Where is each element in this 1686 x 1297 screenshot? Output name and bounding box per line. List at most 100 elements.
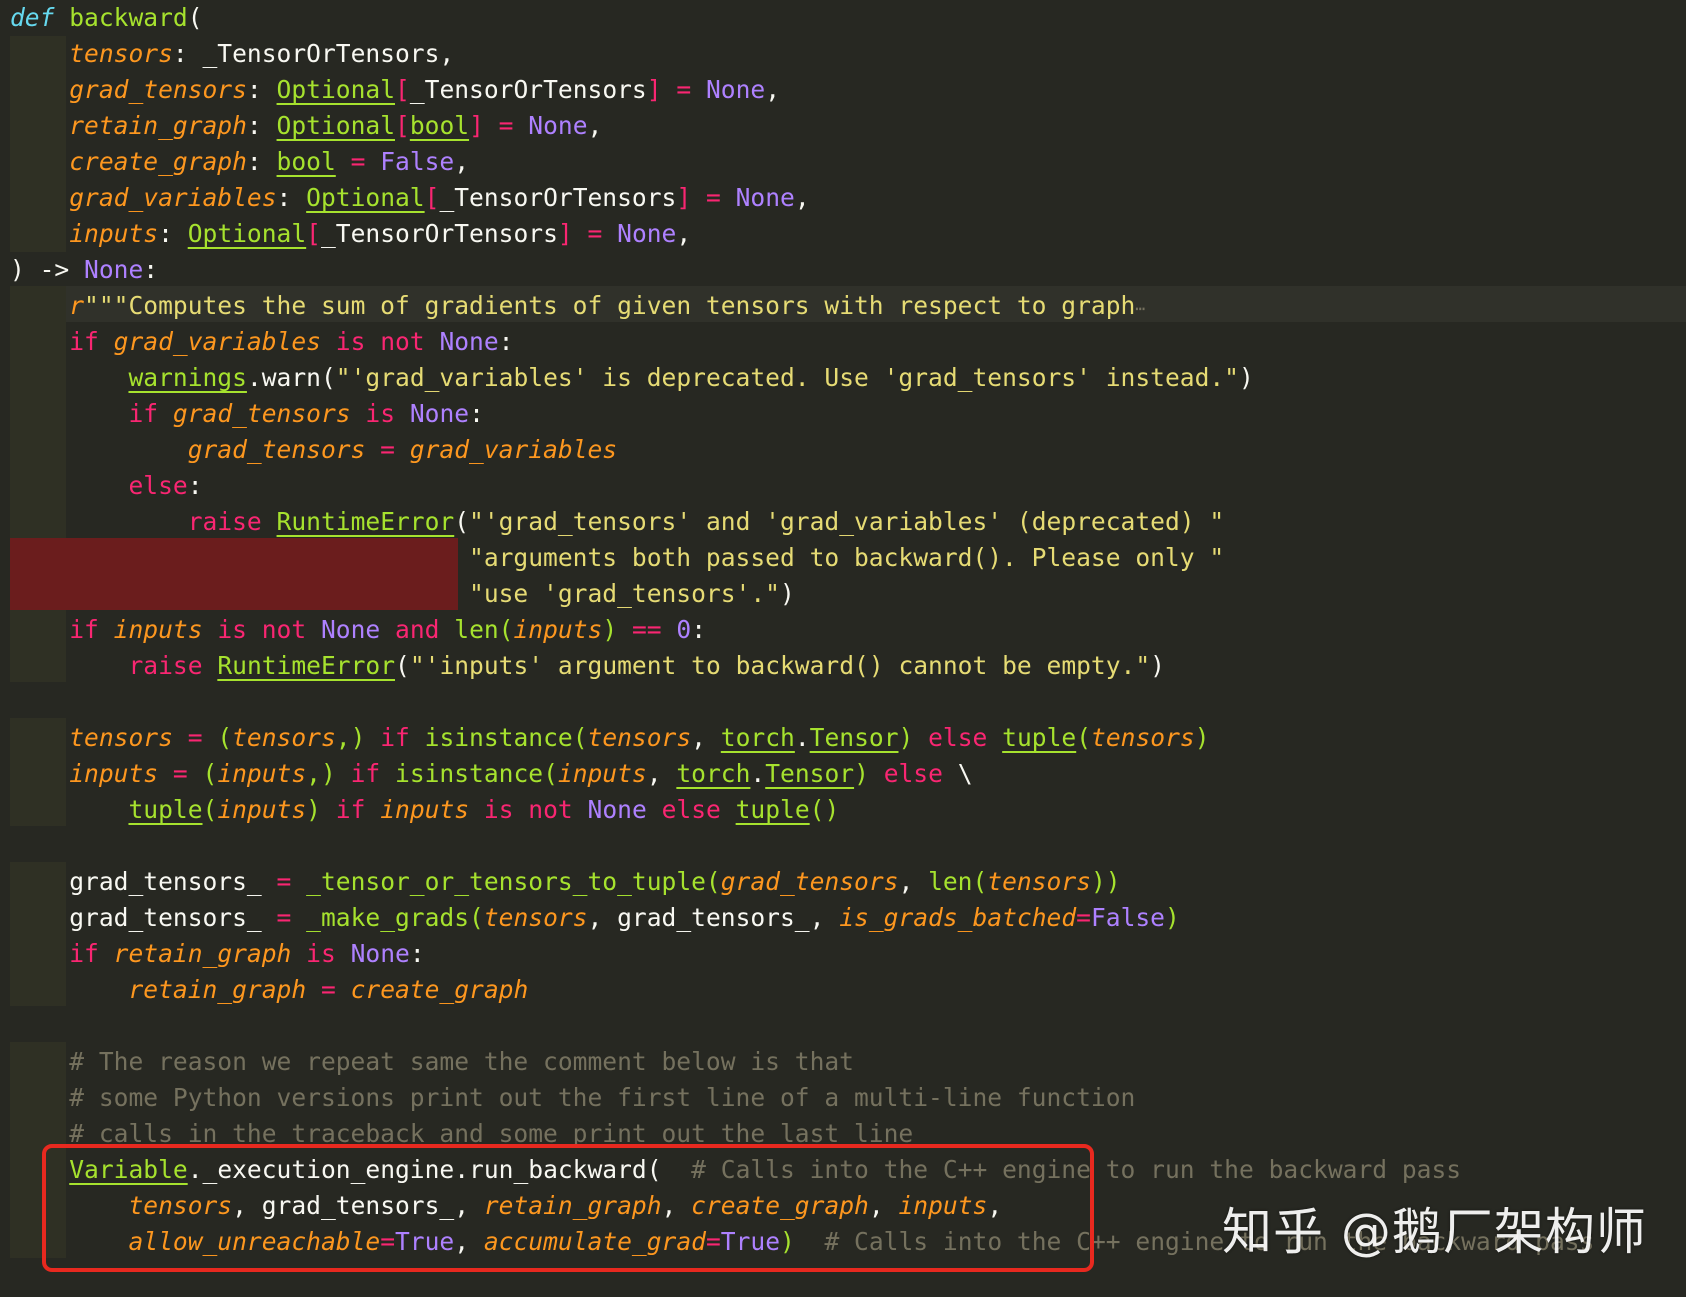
code-token: create_graph	[691, 1191, 869, 1220]
code-token: ]	[646, 75, 662, 104]
code-line[interactable]: "use 'grad_tensors'.")	[10, 576, 795, 612]
code-token: (	[454, 507, 470, 536]
code-line[interactable]: # some Python versions print out the fir…	[10, 1080, 1135, 1116]
code-line[interactable]: retain_graph = create_graph	[10, 972, 528, 1008]
code-token: False	[380, 147, 455, 176]
code-token: ,	[587, 111, 603, 140]
code-token: def	[10, 3, 55, 32]
code-token: is	[350, 399, 410, 428]
code-line[interactable]: # The reason we repeat same the comment …	[10, 1044, 854, 1080]
code-token: ]	[676, 183, 692, 212]
code-token: inputs	[217, 759, 307, 788]
code-token: "'grad_variables' is deprecated. Use 'gr…	[335, 363, 1239, 392]
code-token: Tensor	[765, 759, 855, 788]
code-token: grad_tensors_	[69, 903, 262, 932]
code-line[interactable]: grad_tensors: Optional[_TensorOrTensors]…	[10, 72, 780, 108]
code-line[interactable]: create_graph: bool = False,	[10, 144, 469, 180]
code-line[interactable]: retain_graph: Optional[bool] = None,	[10, 108, 602, 144]
code-token: len(	[454, 615, 514, 644]
code-token: tensors	[232, 723, 336, 752]
code-token: "use 'grad_tensors'."	[469, 579, 780, 608]
code-line[interactable]: ) -> None:	[10, 252, 158, 288]
code-token: ,	[898, 867, 929, 896]
code-token: [	[395, 111, 410, 140]
code-token: ,	[765, 75, 781, 104]
code-token: : _TensorOrTensors,	[172, 39, 455, 68]
code-token: None	[705, 75, 766, 104]
code-line[interactable]: tensors = (tensors,) if isinstance(tenso…	[10, 720, 1209, 756]
code-token: grad_variables	[69, 183, 277, 212]
code-token: tensors	[483, 903, 588, 932]
code-line[interactable]: if retain_graph is None:	[10, 936, 424, 972]
code-token: inputs	[513, 615, 603, 644]
code-line[interactable]: "arguments both passed to backward(). Pl…	[10, 540, 1224, 576]
code-token: RuntimeError	[276, 507, 455, 536]
code-token: tuple	[735, 795, 810, 824]
code-line[interactable]: inputs: Optional[_TensorOrTensors] = Non…	[10, 216, 691, 252]
code-token: _TensorOrTensors	[320, 219, 558, 248]
code-editor[interactable]: def backward( tensors: _TensorOrTensors,…	[0, 0, 1686, 1297]
code-token: ,	[868, 1191, 899, 1220]
code-token: =	[1076, 903, 1091, 932]
code-line[interactable]: Variable._execution_engine.run_backward(…	[10, 1152, 1461, 1188]
code-token: :	[246, 75, 277, 104]
code-line[interactable]: def backward(	[10, 0, 203, 36]
code-token: grad_tensors	[172, 399, 351, 428]
code-token: create_graph	[69, 147, 247, 176]
code-token: None	[350, 939, 410, 968]
code-token: Optional	[187, 219, 307, 248]
code-token: else	[646, 795, 736, 824]
code-token: and	[380, 615, 455, 644]
code-token: tuple	[128, 795, 203, 824]
code-token: Variable	[69, 1155, 188, 1184]
code-line[interactable]: raise RuntimeError("'grad_tensors' and '…	[10, 504, 1225, 540]
code-token: # Calls into the C++ engine to run the b…	[661, 1155, 1462, 1184]
code-token: True	[720, 1227, 781, 1256]
code-line[interactable]: grad_tensors = grad_variables	[10, 432, 617, 468]
code-token: ,)	[306, 759, 351, 788]
code-line[interactable]: # calls in the traceback and some print …	[10, 1116, 913, 1152]
code-line[interactable]: tensors: _TensorOrTensors,	[10, 36, 454, 72]
code-token: ,	[676, 219, 692, 248]
code-line[interactable]: else:	[10, 468, 202, 504]
code-line[interactable]: inputs = (inputs,) if isinstance(inputs,…	[10, 756, 972, 792]
code-line[interactable]: tensors, grad_tensors_, retain_graph, cr…	[10, 1188, 1002, 1224]
code-token: else	[928, 723, 988, 752]
code-line[interactable]: tuple(inputs) if inputs is not None else…	[10, 792, 839, 828]
code-line[interactable]: grad_tensors_ = _make_grads(tensors, gra…	[10, 900, 1180, 936]
code-token: retain_graph	[128, 975, 307, 1004]
code-token: Optional	[276, 111, 396, 140]
code-token: grad_variables	[113, 327, 321, 356]
code-line[interactable]: r"""Computes the sum of gradients of giv…	[10, 288, 1145, 324]
code-line[interactable]: if grad_tensors is None:	[10, 396, 483, 432]
code-line[interactable]: warnings.warn("'grad_variables' is depre…	[10, 360, 1254, 396]
code-token: accumulate_grad	[483, 1227, 706, 1256]
code-token: retain_graph	[69, 111, 247, 140]
code-token: ]	[469, 111, 484, 140]
code-line[interactable]: if grad_variables is not None:	[10, 324, 513, 360]
code-token: if	[335, 795, 366, 824]
code-line[interactable]: raise RuntimeError("'inputs' argument to…	[10, 648, 1165, 684]
code-line[interactable]: grad_variables: Optional[_TensorOrTensor…	[10, 180, 809, 216]
code-token: =	[306, 975, 351, 1004]
code-token: grad_tensors	[69, 75, 247, 104]
code-token: )	[1239, 363, 1254, 392]
code-token: :	[276, 183, 307, 212]
code-line[interactable]: if inputs is not None and len(inputs) ==…	[10, 612, 706, 648]
code-token: ,	[987, 1191, 1003, 1220]
code-token: isinstance(	[380, 759, 558, 788]
code-token: =	[172, 723, 218, 752]
code-token: "'inputs' argument to backward() cannot …	[409, 651, 1151, 680]
code-token: """Computes the sum of gradients of give…	[84, 291, 1136, 320]
code-line[interactable]: grad_tensors_ = _tensor_or_tensors_to_tu…	[10, 864, 1120, 900]
